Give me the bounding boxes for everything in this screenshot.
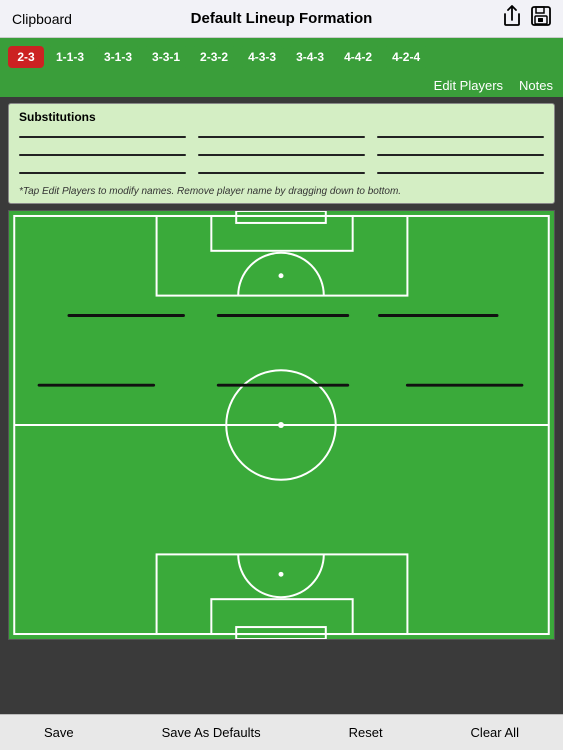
bottom-toolbar: Save Save As Defaults Reset Clear All <box>0 714 563 750</box>
edit-players-button[interactable]: Edit Players <box>434 78 503 93</box>
sub-line-3-3 <box>377 172 544 174</box>
tab-3-3-1[interactable]: 3-3-1 <box>144 46 188 68</box>
tab-4-2-4[interactable]: 4-2-4 <box>384 46 428 68</box>
tab-4-3-3[interactable]: 4-3-3 <box>240 46 284 68</box>
action-row: Edit Players Notes <box>0 76 563 97</box>
save-as-defaults-button[interactable]: Save As Defaults <box>154 721 269 744</box>
sub-line-2-1 <box>19 154 186 156</box>
tab-2-3[interactable]: 2-3 <box>8 46 44 68</box>
tab-2-3-2[interactable]: 2-3-2 <box>192 46 236 68</box>
tab-4-4-2[interactable]: 4-4-2 <box>336 46 380 68</box>
substitutions-box: Substitutions *Tap Edit Players to modif… <box>8 103 555 204</box>
sub-line-1-1 <box>19 136 186 138</box>
field-svg <box>9 211 554 639</box>
formation-tabs: 2-3 1-1-3 3-1-3 3-3-1 2-3-2 4-3-3 3-4-3 … <box>0 38 563 76</box>
sub-line-3-2 <box>198 172 365 174</box>
tab-1-1-3[interactable]: 1-1-3 <box>48 46 92 68</box>
substitutions-hint: *Tap Edit Players to modify names. Remov… <box>19 186 544 197</box>
reset-button[interactable]: Reset <box>341 721 391 744</box>
sub-row-3 <box>19 166 544 180</box>
clipboard-label: Clipboard <box>12 11 72 27</box>
clear-all-button[interactable]: Clear All <box>463 721 527 744</box>
sub-line-1-2 <box>198 136 365 138</box>
page-title: Default Lineup Formation <box>191 10 373 27</box>
floppy-disk-icon[interactable] <box>531 6 551 31</box>
sub-row-1 <box>19 130 544 144</box>
header-icons <box>503 5 551 32</box>
substitutions-title: Substitutions <box>19 110 544 124</box>
soccer-field <box>8 210 555 640</box>
header: Clipboard Default Lineup Formation <box>0 0 563 38</box>
tab-3-1-3[interactable]: 3-1-3 <box>96 46 140 68</box>
sub-row-2 <box>19 148 544 162</box>
sub-line-3-1 <box>19 172 186 174</box>
sub-line-2-3 <box>377 154 544 156</box>
share-icon[interactable] <box>503 5 521 32</box>
tab-3-4-3[interactable]: 3-4-3 <box>288 46 332 68</box>
substitutions-lines <box>19 130 544 180</box>
sub-line-1-3 <box>377 136 544 138</box>
save-button[interactable]: Save <box>36 721 82 744</box>
sub-line-2-2 <box>198 154 365 156</box>
notes-button[interactable]: Notes <box>519 78 553 93</box>
